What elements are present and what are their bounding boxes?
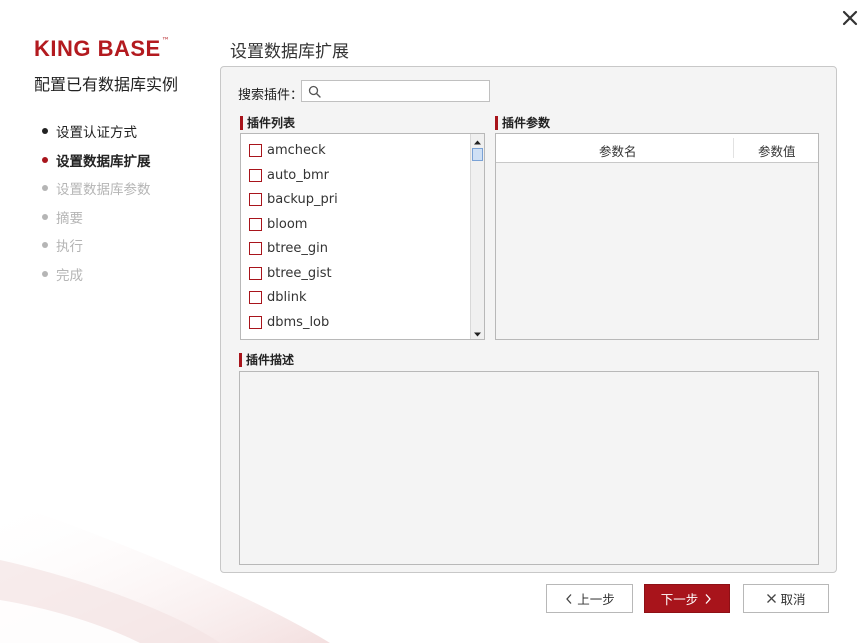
scroll-thumb[interactable] (472, 148, 483, 161)
step-execute: 执行 (42, 231, 151, 260)
chevron-left-icon (566, 593, 572, 604)
step-label: 摘要 (56, 210, 83, 227)
logo-trademark: ™ (161, 36, 170, 45)
column-divider (733, 138, 734, 158)
step-summary: 摘要 (42, 203, 151, 232)
params-table-header: 参数名 参数值 (496, 134, 818, 163)
scroll-down-button[interactable] (471, 326, 484, 339)
plugin-checkbox[interactable] (249, 291, 262, 304)
step-db-params: 设置数据库参数 (42, 174, 151, 203)
column-header-param-name[interactable]: 参数名 (599, 141, 637, 160)
plugin-checkbox[interactable] (249, 193, 262, 206)
plugin-list-label: 插件列表 (240, 114, 295, 131)
plugin-name: bloom (267, 216, 308, 232)
plugin-item-dbms-lob[interactable]: dbms_lob (249, 315, 329, 330)
plugin-item-backup-pri[interactable]: backup_pri (249, 192, 338, 207)
wizard-title: 配置已有数据库实例 (34, 75, 179, 94)
plugin-list-scrollbar[interactable] (470, 134, 484, 339)
step-bullet-icon (42, 242, 48, 249)
search-field[interactable] (301, 80, 490, 102)
plugin-item-btree-gist[interactable]: btree_gist (249, 266, 332, 281)
plugin-name: btree_gin (267, 241, 329, 256)
step-bullet-icon (42, 213, 48, 220)
plugin-list[interactable]: amcheck auto_bmr backup_pri bloom btree_… (240, 133, 485, 340)
plugin-checkbox[interactable] (249, 144, 262, 157)
plugin-name: btree_gist (267, 265, 332, 281)
plugin-name: dblink (267, 290, 307, 305)
logo-text: KING BASE (34, 36, 161, 61)
step-label: 设置认证方式 (56, 125, 137, 142)
step-db-extension: 设置数据库扩展 (42, 146, 151, 175)
plugin-name: dbms_lob (267, 314, 330, 330)
section-marker (240, 115, 243, 130)
plugin-list-title: 插件列表 (247, 116, 296, 130)
step-label: 设置数据库扩展 (56, 153, 151, 170)
close-button[interactable] (838, 6, 862, 30)
step-finish: 完成 (42, 260, 151, 289)
close-icon (767, 594, 777, 603)
plugin-name: auto_bmr (267, 167, 330, 183)
step-label: 执行 (56, 239, 83, 256)
step-bullet-icon (42, 270, 48, 277)
plugin-item-amcheck[interactable]: amcheck (249, 143, 326, 158)
plugin-desc-box (239, 371, 819, 565)
next-button[interactable]: 下一步 (644, 584, 730, 613)
page-title: 设置数据库扩展 (230, 42, 349, 62)
section-marker (239, 352, 242, 367)
close-icon (842, 10, 858, 26)
step-bullet-icon (42, 128, 48, 135)
plugin-name: amcheck (267, 143, 326, 158)
plugin-desc-label: 插件描述 (239, 351, 294, 368)
cancel-button[interactable]: 取消 (743, 584, 829, 613)
column-header-param-value[interactable]: 参数值 (758, 141, 796, 160)
step-bullet-icon (42, 156, 48, 163)
prev-label: 上一步 (577, 592, 615, 607)
search-icon (308, 85, 321, 98)
wizard-steps: 设置认证方式 设置数据库扩展 设置数据库参数 摘要 执行 完成 (42, 117, 151, 288)
prev-button[interactable]: 上一步 (546, 584, 633, 613)
plugin-item-bloom[interactable]: bloom (249, 217, 307, 232)
plugin-desc-title: 插件描述 (246, 353, 295, 367)
plugin-params-table: 参数名 参数值 (495, 133, 819, 340)
step-label: 完成 (56, 267, 83, 284)
step-bullet-icon (42, 185, 48, 192)
scroll-up-button[interactable] (471, 134, 484, 147)
chevron-right-icon (705, 593, 712, 604)
kingbase-logo: KING BASE™ (34, 36, 170, 62)
plugin-checkbox[interactable] (249, 266, 262, 280)
plugin-item-dblink[interactable]: dblink (249, 290, 307, 305)
plugin-item-btree-gin[interactable]: btree_gin (249, 241, 328, 256)
plugin-checkbox[interactable] (249, 168, 262, 182)
step-auth: 设置认证方式 (42, 117, 151, 146)
plugin-checkbox[interactable] (249, 242, 262, 255)
section-marker (495, 115, 498, 130)
next-label: 下一步 (660, 592, 699, 607)
plugin-checkbox[interactable] (249, 315, 262, 329)
plugin-name: backup_pri (267, 192, 338, 207)
plugin-item-auto-bmr[interactable]: auto_bmr (249, 168, 329, 183)
cancel-label: 取消 (780, 592, 806, 607)
step-label: 设置数据库参数 (56, 182, 151, 199)
arrow-down-icon (474, 332, 481, 337)
search-label: 搜索插件： (238, 88, 304, 103)
plugin-checkbox[interactable] (249, 217, 262, 231)
search-input[interactable] (326, 83, 488, 101)
plugin-params-title: 插件参数 (502, 116, 551, 130)
plugin-params-label: 插件参数 (495, 114, 550, 131)
